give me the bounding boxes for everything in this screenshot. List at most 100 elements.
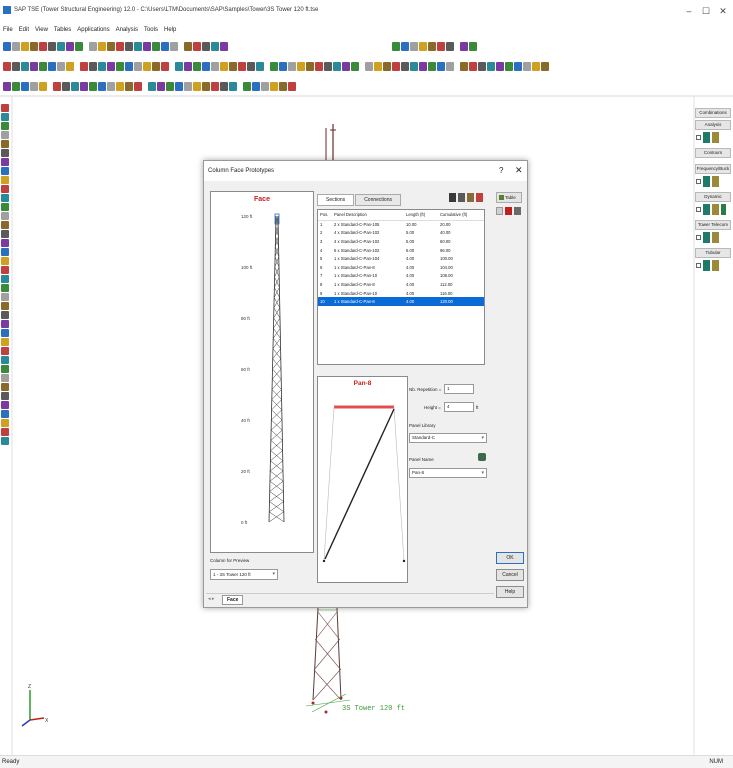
table-row[interactable]: 9 1 x Standard-C-Pan-10 4.00 116.00 <box>318 289 484 298</box>
axis-z-label: Z <box>28 684 31 690</box>
panel-node <box>402 559 406 563</box>
cell-cumulative: 40.00 <box>440 230 451 236</box>
cell-pos: 3 <box>320 238 323 244</box>
display-icon[interactable] <box>712 204 719 215</box>
tower-name-label: 3S Tower 120 ft <box>342 705 405 713</box>
cell-description: 4 x Standard-C-Pan-102 <box>334 238 380 244</box>
cell-pos: 10 <box>318 297 332 306</box>
cell-cumulative: 120.00 <box>438 297 484 306</box>
status-bar: Ready NUM <box>0 755 733 768</box>
right-panel: Combinations Analysis Contours Frequency… <box>695 108 733 753</box>
table-row[interactable]: 1 2 x Standard-C-Pan-105 10.00 20.00 <box>318 220 484 229</box>
cell-cumulative: 104.00 <box>440 264 453 270</box>
display-icon[interactable] <box>703 260 710 271</box>
dialog-title-bar: Column Face Prototypes ? ✕ <box>204 161 527 181</box>
new-row-icon[interactable] <box>496 207 503 215</box>
dialog-help-button[interactable]: ? <box>499 166 503 175</box>
panel-library-label: Panel Library <box>409 423 436 428</box>
display-icon[interactable] <box>712 232 719 243</box>
col-length: Length (ft) <box>404 210 438 221</box>
preview-column-select[interactable]: 1 - 3S Tower 120 ft <box>210 569 278 580</box>
cell-pos: 5 <box>320 256 323 262</box>
tab-sections[interactable]: Sections <box>317 194 355 206</box>
sort-desc-icon[interactable] <box>458 193 465 202</box>
elevation-label: 40 ft <box>241 418 251 423</box>
display-icon[interactable] <box>712 260 719 271</box>
tab-scroll-arrows[interactable]: ◂ ▸ <box>208 596 214 602</box>
table-row[interactable]: 2 4 x Standard-C-Pan-102 5.00 40.00 <box>318 229 484 238</box>
col-panel-description: Panel Description <box>332 210 404 221</box>
grid-header-row: Pos. Panel Description Length (ft) Cumul… <box>318 210 484 221</box>
cell-pos: 2 <box>320 230 323 236</box>
telecom-options <box>696 232 733 243</box>
copy-row-icon[interactable] <box>514 207 521 215</box>
cell-cumulative: 100.00 <box>440 256 453 262</box>
ok-button[interactable]: OK <box>496 552 524 564</box>
cell-cumulative: 60.00 <box>440 238 451 244</box>
tab-face[interactable]: Face <box>222 595 244 605</box>
cell-length: 5.00 <box>406 230 415 236</box>
col-cumulative: Cumulative (ft) <box>438 210 484 221</box>
height-label: Height = <box>424 405 441 410</box>
tab-connections[interactable]: Connections <box>355 194 401 206</box>
height-input[interactable]: 4 <box>444 402 474 412</box>
cell-length: 10.00 <box>406 222 417 228</box>
panel-picker-icon[interactable] <box>478 453 486 461</box>
grid-side-tools: Table <box>496 192 522 215</box>
display-icon[interactable] <box>712 176 719 187</box>
checkbox[interactable] <box>696 235 701 240</box>
table-row[interactable]: 6 1 x Standard-C-Pan-8 4.00 104.00 <box>318 263 484 272</box>
table-row[interactable]: 7 1 x Standard-C-Pan-10 4.00 108.00 <box>318 272 484 281</box>
contours-button[interactable]: Contours <box>695 148 731 158</box>
delete-row-icon[interactable] <box>505 207 512 215</box>
dialog-close-button[interactable]: ✕ <box>515 165 523 176</box>
table-button[interactable]: Table <box>496 192 522 203</box>
panel-library-select[interactable]: Standard-C <box>409 433 487 443</box>
display-icon[interactable] <box>703 132 710 143</box>
cell-cumulative: 20.00 <box>440 222 451 228</box>
help-button[interactable]: Help <box>496 586 524 598</box>
combinations-button[interactable]: Combinations <box>695 108 731 118</box>
panel-name-select[interactable]: Pan-8 <box>409 468 487 478</box>
panel-diagonal <box>324 408 395 560</box>
table-row[interactable]: 10 1 x Standard-C-Pan-8 4.00 120.00 <box>318 297 484 306</box>
table-row[interactable]: 8 1 x Standard-C-Pan-8 4.00 112.00 <box>318 280 484 289</box>
edit-icon[interactable] <box>467 193 474 202</box>
display-icon[interactable] <box>703 232 710 243</box>
repetition-input[interactable]: 1 <box>444 384 474 394</box>
repetition-label: Nb. Repetition = <box>409 387 442 392</box>
cell-length: 4.00 <box>406 256 415 262</box>
display-icon[interactable] <box>712 132 719 143</box>
cell-pos: 4 <box>320 247 323 253</box>
cell-length: 4.00 <box>406 281 415 287</box>
panel-right-leg <box>393 406 405 562</box>
tubular-button[interactable]: Tubular <box>695 248 731 258</box>
cell-length: 4.00 <box>404 297 438 306</box>
elevation-label: 0 ft <box>241 520 248 525</box>
cell-pos: 6 <box>320 264 323 270</box>
checkbox[interactable] <box>696 207 701 212</box>
cell-pos: 7 <box>320 273 323 279</box>
display-icon[interactable] <box>703 176 710 187</box>
table-row[interactable]: 4 6 x Standard-C-Pan-102 6.00 96.00 <box>318 246 484 255</box>
dynamic-button[interactable]: Dynamic <box>695 192 731 202</box>
checkbox[interactable] <box>696 135 701 140</box>
section-tabs: Sections Connections <box>317 194 402 206</box>
height-unit: ft <box>476 405 479 410</box>
cancel-button[interactable]: Cancel <box>496 569 524 581</box>
cell-description: 1 x Standard-C-Pan-8 <box>332 297 404 306</box>
sort-icon[interactable] <box>449 193 456 202</box>
checkbox[interactable] <box>696 179 701 184</box>
elevation-label: 20 ft <box>241 469 251 474</box>
checkbox[interactable] <box>696 263 701 268</box>
display-icon[interactable] <box>721 204 726 215</box>
flag-icon[interactable] <box>476 193 483 202</box>
table-row[interactable]: 3 4 x Standard-C-Pan-102 5.00 60.00 <box>318 237 484 246</box>
tower-telecom-button[interactable]: Tower Telecom <box>695 220 731 230</box>
display-icon[interactable] <box>703 204 710 215</box>
table-row[interactable]: 5 1 x Standard-C-Pan-104 4.00 100.00 <box>318 254 484 263</box>
analysis-button[interactable]: Analysis <box>695 120 731 130</box>
tower-top-drawing <box>325 124 336 160</box>
cell-length: 4.00 <box>406 290 415 296</box>
frequency-buckling-button[interactable]: Frequency/Buck <box>695 164 731 174</box>
